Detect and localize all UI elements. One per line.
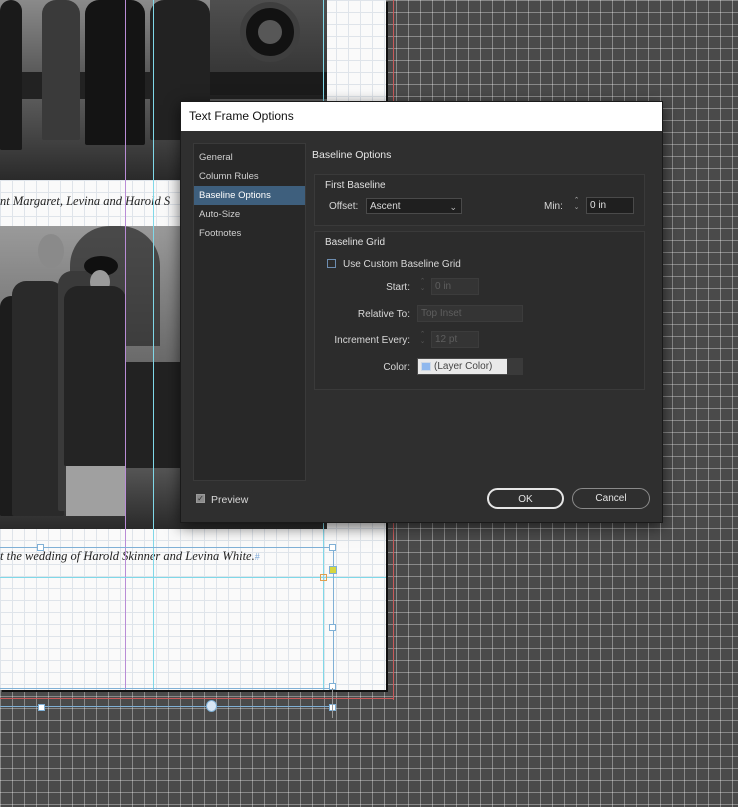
increment-every-label: Increment Every: bbox=[334, 335, 410, 346]
preview-checkbox[interactable]: ✓ bbox=[196, 494, 205, 503]
nav-item-column-rules[interactable]: Column Rules bbox=[194, 167, 305, 186]
nav-item-baseline-options[interactable]: Baseline Options bbox=[194, 186, 305, 205]
start-label: Start: bbox=[386, 282, 410, 293]
frame-handle[interactable] bbox=[37, 544, 44, 551]
baseline-grid-title: Baseline Grid bbox=[325, 237, 386, 248]
selected-text-frame[interactable] bbox=[0, 547, 334, 689]
frame-handle[interactable] bbox=[38, 704, 45, 711]
preview-label[interactable]: Preview bbox=[211, 494, 248, 506]
baseline-grid-group: Baseline Grid Use Custom Baseline Grid S… bbox=[314, 231, 645, 390]
ok-button[interactable]: OK bbox=[487, 488, 564, 509]
nav-item-footnotes[interactable]: Footnotes bbox=[194, 224, 305, 243]
options-nav: General Column Rules Baseline Options Au… bbox=[193, 143, 306, 481]
min-stepper-icon[interactable]: ⌃ ⌄ bbox=[571, 197, 582, 214]
bleed-guide bbox=[0, 698, 394, 699]
start-stepper-icon: ⌃ ⌄ bbox=[419, 278, 426, 292]
content-grabber-icon[interactable] bbox=[206, 700, 217, 712]
nav-item-auto-size[interactable]: Auto-Size bbox=[194, 205, 305, 224]
cancel-button[interactable]: Cancel bbox=[572, 488, 650, 509]
offset-value: Ascent bbox=[370, 201, 401, 212]
offset-dropdown[interactable]: Ascent ⌄ bbox=[366, 198, 462, 214]
frame-handle[interactable] bbox=[329, 624, 336, 631]
min-input[interactable]: 0 in bbox=[586, 197, 634, 214]
dialog-title: Text Frame Options bbox=[189, 109, 294, 123]
frame-handle[interactable] bbox=[329, 544, 336, 551]
chevron-down-icon: ⌄ bbox=[449, 202, 457, 212]
start-input: 0 in bbox=[431, 278, 479, 295]
frame-side-edge bbox=[332, 688, 333, 718]
use-custom-baseline-grid-checkbox[interactable] bbox=[327, 259, 336, 268]
use-custom-baseline-grid-label[interactable]: Use Custom Baseline Grid bbox=[343, 259, 461, 270]
color-label: Color: bbox=[383, 362, 410, 373]
color-dropdown-arrow[interactable] bbox=[507, 358, 523, 375]
offset-label: Offset: bbox=[329, 201, 359, 212]
in-port[interactable] bbox=[320, 574, 327, 581]
top-caption[interactable]: nt Margaret, Levina and Harold S bbox=[0, 194, 170, 209]
first-baseline-title: First Baseline bbox=[325, 180, 386, 191]
layer-color-swatch bbox=[421, 362, 431, 371]
increment-input: 12 pt bbox=[431, 331, 479, 348]
text-frame-options-dialog: Text Frame Options General Column Rules … bbox=[180, 101, 663, 523]
increment-stepper-icon: ⌃ ⌄ bbox=[419, 331, 426, 345]
dialog-titlebar[interactable]: Text Frame Options bbox=[181, 102, 662, 131]
first-baseline-group: First Baseline Offset: Ascent ⌄ Min: ⌃ ⌄ … bbox=[314, 174, 645, 226]
min-label: Min: bbox=[544, 201, 563, 212]
panel-title: Baseline Options bbox=[312, 149, 392, 161]
relative-to-dropdown: Top Inset bbox=[417, 305, 523, 322]
nav-item-general[interactable]: General bbox=[194, 148, 305, 167]
frame-bottom-edge bbox=[0, 706, 333, 707]
out-port[interactable] bbox=[329, 566, 337, 574]
relative-to-label: Relative To: bbox=[357, 309, 410, 320]
